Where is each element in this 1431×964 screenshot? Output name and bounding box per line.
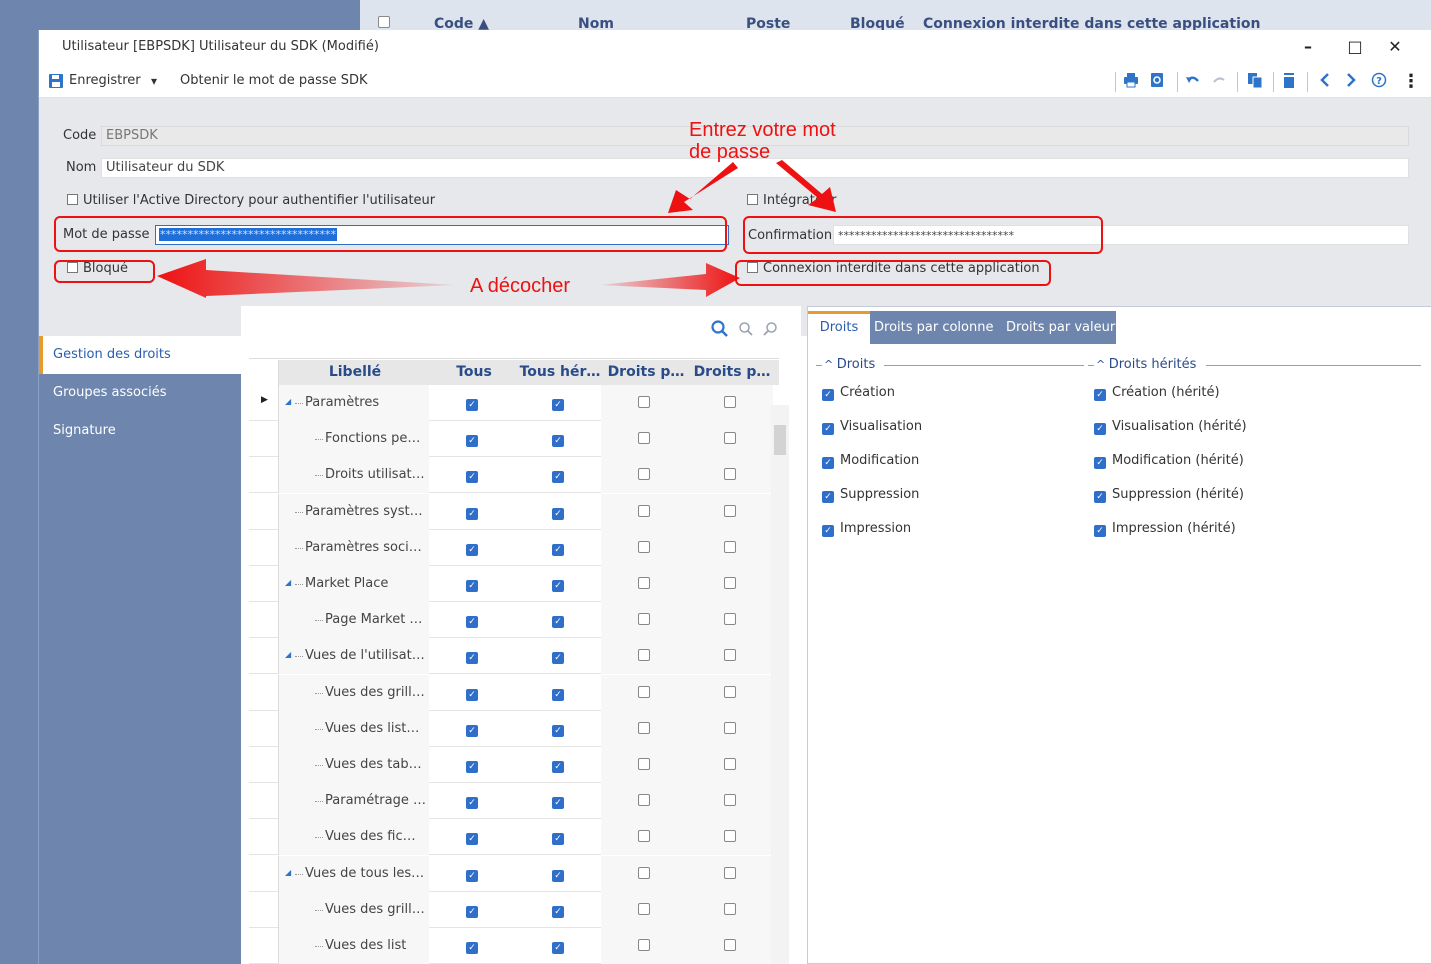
annotation-arrows: [157, 160, 836, 298]
